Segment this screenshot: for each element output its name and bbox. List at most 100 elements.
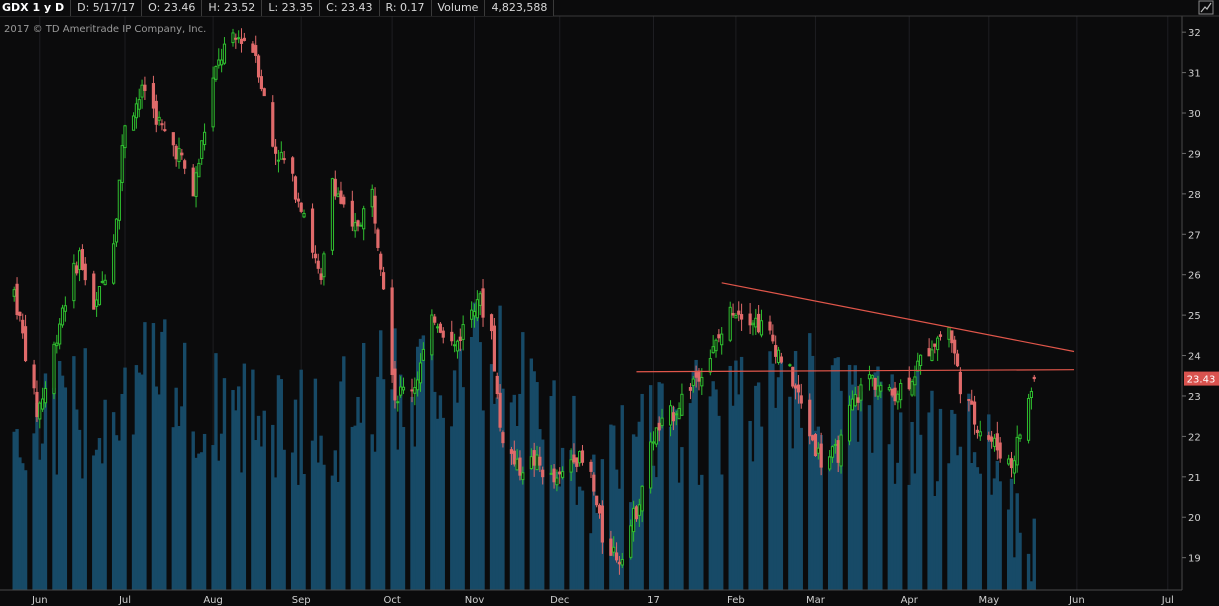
candle-body [97, 286, 102, 306]
candle-body [580, 450, 585, 463]
candle-body [470, 309, 474, 320]
candle-body [887, 387, 891, 391]
volume-bar [421, 335, 426, 590]
candle-body [938, 334, 943, 337]
candle-body [947, 326, 951, 340]
volume-bar [998, 481, 1002, 590]
candle-body [521, 472, 525, 481]
candle-body [734, 314, 738, 319]
candle-body [791, 366, 795, 387]
candle-body [418, 362, 423, 384]
candle-body [282, 158, 286, 161]
candle-body [876, 385, 880, 397]
volume-bar [401, 427, 406, 590]
candle-body [990, 436, 994, 442]
candle-body [754, 317, 758, 328]
candle-body [509, 449, 514, 454]
candle-body [572, 454, 576, 463]
candle-body [370, 188, 374, 208]
candle-body [114, 218, 119, 243]
candle-body [353, 222, 357, 232]
trendlines[interactable] [636, 282, 1075, 373]
x-tick-label: Aug [203, 595, 223, 606]
candle-body [700, 376, 704, 387]
candle-body [515, 458, 519, 471]
candle-body [293, 176, 298, 200]
candle-body [677, 408, 681, 420]
candle-body [100, 280, 104, 283]
candle-body [1018, 434, 1022, 440]
candle-body [896, 393, 900, 403]
candle-body [768, 321, 772, 331]
candle-body [180, 152, 184, 156]
candle-body [799, 395, 803, 404]
candle-body [632, 507, 636, 533]
candle-body [987, 435, 991, 440]
candle-body [200, 140, 204, 159]
candle-body [1012, 460, 1016, 474]
candle-body [1007, 458, 1011, 465]
candle-body [15, 283, 19, 316]
volume-bar [918, 434, 923, 590]
y-tick-label: 25 [1188, 311, 1201, 322]
candle-body [131, 115, 136, 131]
candle-body [708, 358, 712, 373]
candle-body [595, 495, 599, 506]
candle-body [399, 386, 403, 396]
volume-bar [799, 427, 803, 590]
candle-body [612, 546, 616, 553]
candle-body [154, 100, 158, 125]
candle-body [728, 306, 732, 341]
candle-body [759, 320, 764, 336]
candle-body [873, 377, 877, 390]
candle-body [140, 84, 144, 98]
volume-label: Volume [431, 0, 486, 16]
candle-body [12, 289, 16, 297]
candle-body [936, 337, 940, 351]
candle-body [847, 404, 852, 442]
price-chart[interactable]: Jun Jul Aug Sep Oct Nov Dec 17 Feb Mar Apr May Jun Ju… [0, 0, 1219, 606]
candle-body [251, 43, 255, 53]
x-tick-label: Oct [383, 595, 400, 606]
candle-body [421, 348, 425, 361]
candle-body [680, 393, 684, 416]
y-tick-label: 32 [1188, 28, 1201, 39]
volume-bar [1032, 518, 1036, 590]
y-tick-label: 20 [1188, 513, 1201, 524]
candle-body [310, 208, 315, 253]
candle-body [38, 402, 42, 420]
trendline-icon[interactable] [1195, 0, 1215, 16]
volume-bar [361, 342, 366, 590]
candle-body [674, 413, 678, 416]
candle-body [262, 88, 266, 97]
candle-body [103, 279, 107, 286]
candle-body [720, 333, 724, 346]
x-tick-label: Sep [292, 595, 311, 606]
candle-body [597, 505, 602, 514]
candle-body [197, 162, 201, 178]
candle-body [555, 477, 559, 486]
candle-body [1026, 397, 1031, 441]
candle-body [410, 389, 414, 392]
volume-bar [481, 410, 485, 590]
volume-bar [680, 447, 684, 590]
candle-body [927, 348, 931, 357]
candle-body [41, 398, 45, 410]
trendline-descending-resistance [721, 282, 1075, 353]
x-tick-label: May [978, 595, 999, 606]
candle-body [620, 559, 624, 566]
volume-bar [262, 410, 266, 590]
candle-body [796, 384, 801, 393]
candle-body [279, 151, 283, 160]
candle-body [788, 364, 792, 367]
candle-body [1032, 376, 1036, 380]
candle-body [839, 434, 843, 467]
candle-body [231, 32, 235, 44]
candle-body [143, 84, 147, 91]
symbol-label[interactable]: GDX 1 y D [0, 0, 72, 16]
candle-body [609, 538, 613, 556]
volume-bar [958, 446, 963, 590]
candle-body [1009, 458, 1014, 469]
candle-body [191, 167, 195, 197]
candle-body [396, 401, 400, 404]
